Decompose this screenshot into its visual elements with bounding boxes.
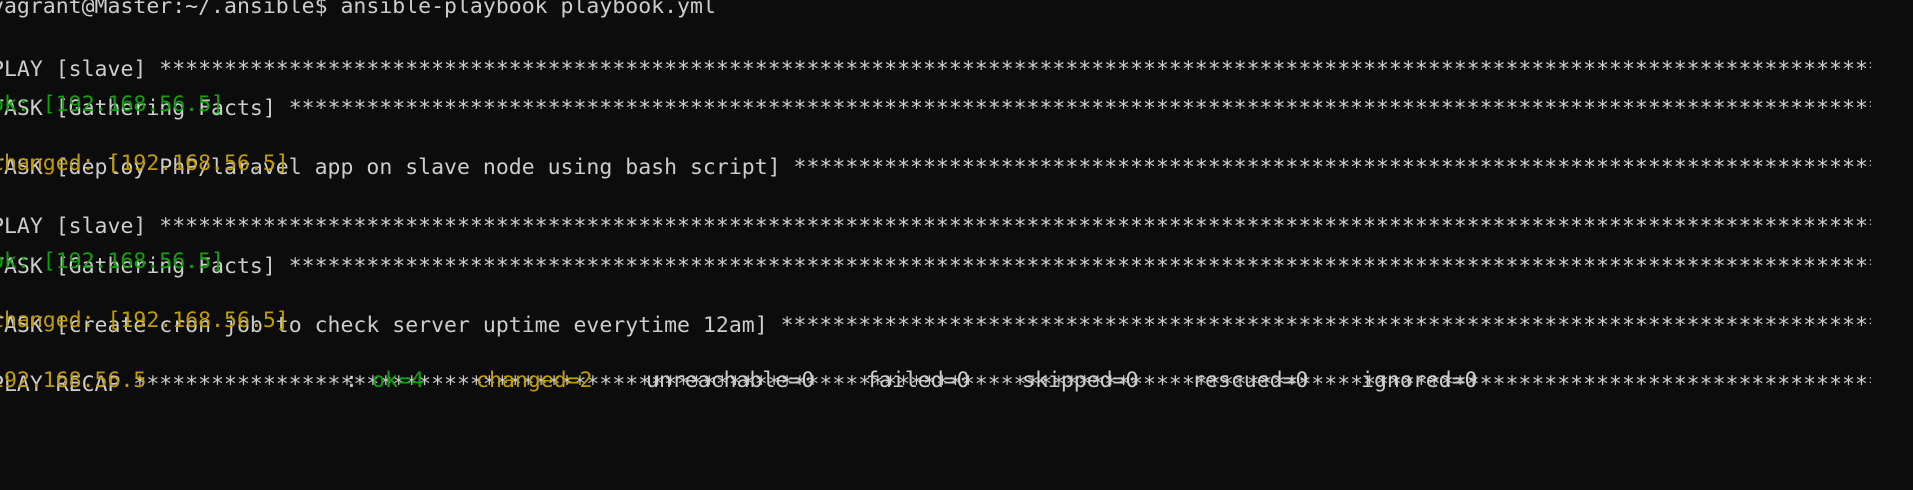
play-header: PLAY [slave] ***************************… bbox=[0, 191, 1891, 239]
recap-changed: changed=2 bbox=[476, 368, 593, 393]
task-header: TASK [Gathering Facts] *****************… bbox=[0, 231, 1891, 279]
task-header-text: TASK [Gathering Facts] *****************… bbox=[0, 97, 1871, 121]
recap-colon: : bbox=[345, 368, 358, 393]
terminal-window[interactable]: vagrant@Master:~/.ansible$ ansible-playb… bbox=[0, 0, 1913, 490]
task-status-ok: ok: [192.168.56.5] bbox=[0, 249, 224, 274]
recap-ignored: ignored=0 bbox=[1361, 368, 1478, 393]
recap-ok: ok=4 bbox=[372, 368, 424, 393]
task-status-ok: ok: [192.168.56.5] bbox=[0, 92, 224, 117]
task-status-changed: changed: [192.168.56.5] bbox=[0, 308, 289, 333]
task-header-text: TASK [Gathering Facts] *****************… bbox=[0, 255, 1871, 279]
recap-host: 192.168.56.5 bbox=[0, 368, 147, 393]
recap-skipped: skipped=0 bbox=[1022, 368, 1139, 393]
task-header: TASK [Gathering Facts] *****************… bbox=[0, 73, 1891, 121]
recap-rescued: rescued=0 bbox=[1192, 368, 1309, 393]
command-prompt-line: vagrant@Master:~/.ansible$ ansible-playb… bbox=[0, 0, 716, 19]
recap-row: 192.168.56.5 : ok=4 changed=2 unreachabl… bbox=[0, 369, 1491, 393]
recap-failed: failed=0 bbox=[866, 368, 970, 393]
task-status-changed: changed: [192.168.56.5] bbox=[0, 151, 289, 176]
recap-unreachable: unreachable=0 bbox=[646, 368, 815, 393]
play-header: PLAY [slave] ***************************… bbox=[0, 34, 1891, 82]
